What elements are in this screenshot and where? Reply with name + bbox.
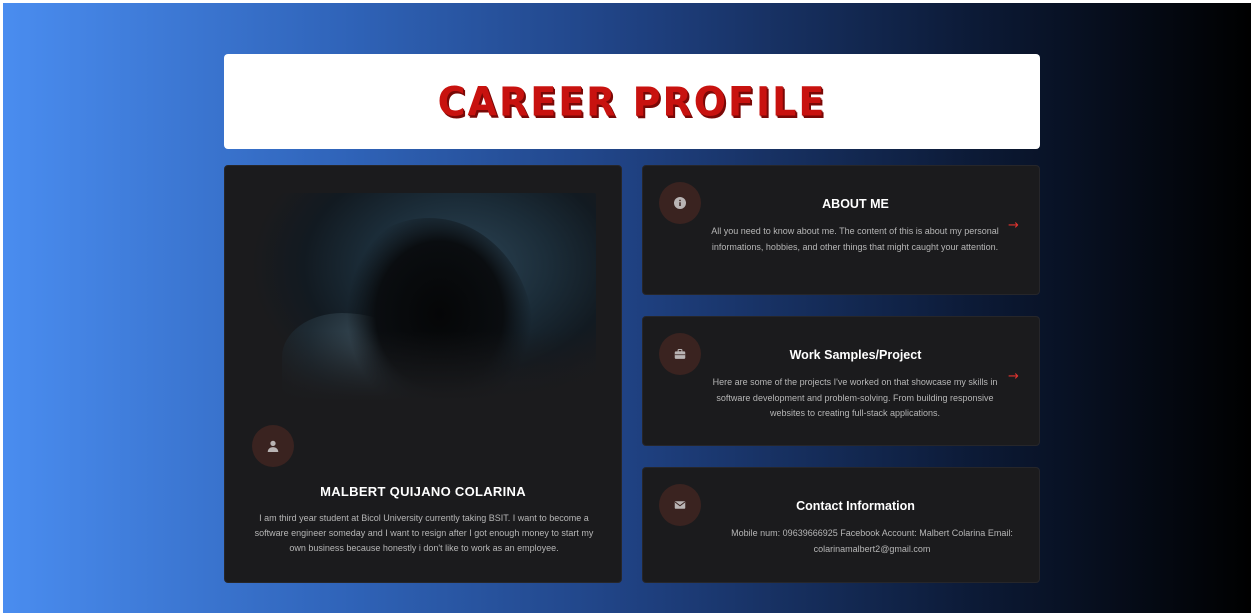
profile-card: MALBERT QUIJANO COLARINA I am third year… bbox=[224, 165, 622, 583]
frame-top-border bbox=[0, 0, 1251, 3]
envelope-icon bbox=[659, 484, 701, 526]
profile-name: MALBERT QUIJANO COLARINA bbox=[320, 484, 526, 499]
briefcase-icon bbox=[659, 333, 701, 375]
page-title: CAREER PROFILE bbox=[437, 78, 827, 125]
contact-info-card: Contact Information Mobile num: 09639666… bbox=[642, 467, 1040, 583]
work-samples-title: Work Samples/Project bbox=[789, 348, 922, 362]
frame-left-border bbox=[0, 0, 3, 615]
contact-info-title: Contact Information bbox=[796, 499, 915, 513]
profile-photo bbox=[252, 193, 596, 401]
arrow-right-icon[interactable]: → bbox=[1008, 369, 1019, 384]
about-me-card[interactable]: ABOUT ME All you need to know about me. … bbox=[642, 165, 1040, 295]
page-header: CAREER PROFILE bbox=[224, 54, 1040, 149]
about-me-title: ABOUT ME bbox=[822, 197, 889, 211]
photo-fade bbox=[252, 331, 596, 401]
info-icon bbox=[659, 182, 701, 224]
profile-description: I am third year student at Bicol Univers… bbox=[254, 513, 594, 553]
arrow-right-icon[interactable]: → bbox=[1008, 218, 1019, 233]
work-samples-card[interactable]: Work Samples/Project Here are some of th… bbox=[642, 316, 1040, 446]
about-me-description: All you need to know about me. The conte… bbox=[711, 226, 999, 252]
contact-info-description: Mobile num: 09639666925 Facebook Account… bbox=[731, 528, 1013, 554]
work-samples-description: Here are some of the projects I've worke… bbox=[712, 377, 998, 418]
user-icon bbox=[252, 425, 294, 467]
